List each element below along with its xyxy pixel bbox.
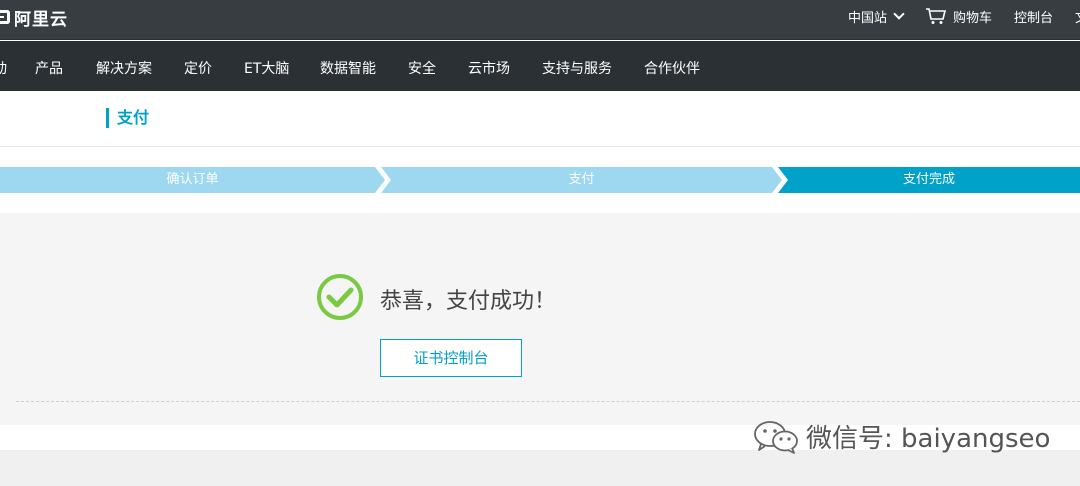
nav-item-pricing[interactable]: 定价 [184,58,212,78]
step-confirm-order: 确认订单 [0,167,385,193]
progress-steps: 确认订单 支付 支付完成 [0,167,1080,193]
certificate-console-button[interactable]: 证书控制台 [380,339,522,377]
aliyun-logo[interactable]: 阿里云 [0,6,68,30]
watermark-text: 微信号: baiyangseo [806,424,1051,454]
nav-item-support[interactable]: 支持与服务 [542,58,612,78]
step-payment-complete: 支付完成 [778,167,1080,193]
main-nav: 动 产品 解决方案 定价 ET大脑 数据智能 安全 云市场 支持与服务 合作伙伴 [0,41,1080,91]
top-bar: 阿里云 中国站 购物车 控制台 文 [0,0,1080,40]
region-label: 中国站 [847,10,887,26]
nav-item-products[interactable]: 产品 [35,58,63,78]
chevron-down-icon [893,8,905,20]
dashed-divider [16,401,1080,402]
nav-item-activity[interactable]: 动 [0,58,7,78]
result-panel: 恭喜，支付成功！ 证书控制台 [0,213,1080,425]
wechat-icon [754,420,798,454]
nav-item-security[interactable]: 安全 [408,58,436,78]
logo-text: 阿里云 [14,9,68,30]
top-right-links: 中国站 购物车 控制台 文 [826,0,1080,32]
nav-item-partners[interactable]: 合作伙伴 [644,58,700,78]
nav-item-solutions[interactable]: 解决方案 [96,58,152,78]
nav-item-marketplace[interactable]: 云市场 [468,58,510,78]
success-message: 恭喜，支付成功！ [380,289,557,314]
nav-item-data-intelligence[interactable]: 数据智能 [320,58,376,78]
console-label: 控制台 [1013,10,1053,26]
wechat-watermark: 微信号: baiyangseo [752,418,1050,455]
cart-link[interactable]: 购物车 [925,7,992,26]
region-selector[interactable]: 中国站 [847,7,905,26]
nav-item-et-brain[interactable]: ET大脑 [244,58,289,78]
overflow-label: 文 [1075,7,1080,26]
page-title: 支付 [106,108,149,128]
console-link[interactable]: 控制台 [1014,7,1053,26]
cart-label: 购物车 [952,10,992,26]
aliyun-logo-icon [0,10,10,24]
footer-band [0,450,1080,486]
step-payment: 支付 [381,167,782,193]
success-check-icon [317,274,363,320]
page-header: 支付 [0,91,1080,147]
shopping-cart-icon [925,8,946,24]
overflow-link[interactable]: 文 [1075,7,1080,26]
